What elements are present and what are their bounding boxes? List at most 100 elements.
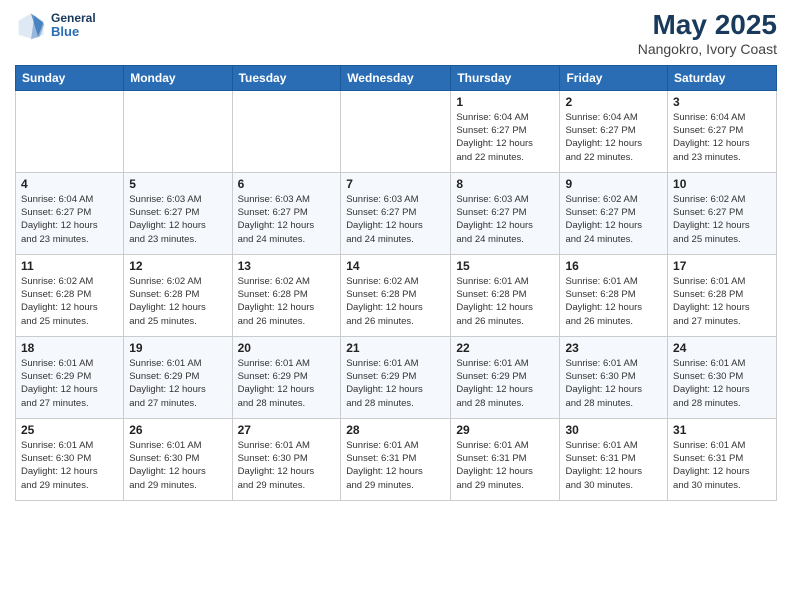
day-number: 31 bbox=[673, 423, 771, 437]
day-number: 21 bbox=[346, 341, 445, 355]
day-number: 9 bbox=[565, 177, 662, 191]
day-number: 3 bbox=[673, 95, 771, 109]
day-info: Sunrise: 6:03 AM Sunset: 6:27 PM Dayligh… bbox=[238, 193, 336, 246]
day-info: Sunrise: 6:01 AM Sunset: 6:31 PM Dayligh… bbox=[673, 439, 771, 492]
calendar-day-cell: 29Sunrise: 6:01 AM Sunset: 6:31 PM Dayli… bbox=[451, 418, 560, 500]
day-number: 18 bbox=[21, 341, 118, 355]
day-number: 7 bbox=[346, 177, 445, 191]
calendar-day-cell bbox=[232, 90, 341, 172]
day-number: 1 bbox=[456, 95, 554, 109]
day-info: Sunrise: 6:04 AM Sunset: 6:27 PM Dayligh… bbox=[456, 111, 554, 164]
calendar-day-cell: 24 Sunrise: 6:01 AM Sunset: 6:30 PM Dayli… bbox=[668, 336, 777, 418]
day-number: 19 bbox=[129, 341, 226, 355]
calendar-day-cell: 21 Sunrise: 6:01 AM Sunset: 6:29 PM Dayli… bbox=[341, 336, 451, 418]
calendar-day-cell bbox=[16, 90, 124, 172]
day-number: 10 bbox=[673, 177, 771, 191]
calendar-day-cell: 18 Sunrise: 6:01 AM Sunset: 6:29 PM Dayli… bbox=[16, 336, 124, 418]
calendar-day-header: Wednesday bbox=[341, 65, 451, 90]
calendar-week-row: 18 Sunrise: 6:01 AM Sunset: 6:29 PM Dayli… bbox=[16, 336, 777, 418]
day-info: Sunrise: 6:01 AM Sunset: 6:31 PM Dayligh… bbox=[346, 439, 445, 492]
day-number: 17 bbox=[673, 259, 771, 273]
day-info: Sunrise: 6:02 AM Sunset: 6:28 PM Dayligh… bbox=[21, 275, 118, 328]
day-number: 11 bbox=[21, 259, 118, 273]
logo-text: General Blue bbox=[51, 12, 96, 39]
calendar-day-header: Saturday bbox=[668, 65, 777, 90]
day-info: Sunrise: 6:01 AM Sunset: 6:30 PM Dayligh… bbox=[21, 439, 118, 492]
calendar-day-cell: 19 Sunrise: 6:01 AM Sunset: 6:29 PM Dayli… bbox=[124, 336, 232, 418]
calendar-table: SundayMondayTuesdayWednesdayThursdayFrid… bbox=[15, 65, 777, 501]
day-info: Sunrise: 6:04 AM Sunset: 6:27 PM Dayligh… bbox=[21, 193, 118, 246]
calendar-day-cell: 11 Sunrise: 6:02 AM Sunset: 6:28 PM Dayli… bbox=[16, 254, 124, 336]
logo: General Blue bbox=[15, 10, 96, 42]
day-number: 29 bbox=[456, 423, 554, 437]
day-info: Sunrise: 6:01 AM Sunset: 6:30 PM Dayligh… bbox=[129, 439, 226, 492]
day-number: 24 bbox=[673, 341, 771, 355]
page-subtitle: Nangokro, Ivory Coast bbox=[638, 41, 777, 57]
calendar-day-cell: 8 Sunrise: 6:03 AM Sunset: 6:27 PM Daylig… bbox=[451, 172, 560, 254]
day-number: 12 bbox=[129, 259, 226, 273]
calendar-day-cell: 28 Sunrise: 6:01 AM Sunset: 6:31 PM Dayli… bbox=[341, 418, 451, 500]
day-info: Sunrise: 6:02 AM Sunset: 6:28 PM Dayligh… bbox=[129, 275, 226, 328]
title-area: May 2025 Nangokro, Ivory Coast bbox=[638, 10, 777, 57]
calendar-week-row: 4 Sunrise: 6:04 AM Sunset: 6:27 PM Daylig… bbox=[16, 172, 777, 254]
day-number: 20 bbox=[238, 341, 336, 355]
logo-blue: Blue bbox=[51, 25, 96, 39]
calendar-day-cell: 31 Sunrise: 6:01 AM Sunset: 6:31 PM Dayli… bbox=[668, 418, 777, 500]
calendar-day-header: Friday bbox=[560, 65, 668, 90]
calendar-day-cell: 12 Sunrise: 6:02 AM Sunset: 6:28 PM Dayli… bbox=[124, 254, 232, 336]
day-number: 28 bbox=[346, 423, 445, 437]
calendar-day-cell: 15 Sunrise: 6:01 AM Sunset: 6:28 PM Dayli… bbox=[451, 254, 560, 336]
calendar-day-cell: 16 Sunrise: 6:01 AM Sunset: 6:28 PM Dayli… bbox=[560, 254, 668, 336]
day-number: 4 bbox=[21, 177, 118, 191]
day-number: 22 bbox=[456, 341, 554, 355]
calendar-day-cell: 22 Sunrise: 6:01 AM Sunset: 6:29 PM Dayli… bbox=[451, 336, 560, 418]
page-title: May 2025 bbox=[638, 10, 777, 41]
day-number: 16 bbox=[565, 259, 662, 273]
calendar-day-cell: 5 Sunrise: 6:03 AM Sunset: 6:27 PM Daylig… bbox=[124, 172, 232, 254]
calendar-day-cell: 14Sunrise: 6:02 AM Sunset: 6:28 PM Dayli… bbox=[341, 254, 451, 336]
calendar-day-cell: 27 Sunrise: 6:01 AM Sunset: 6:30 PM Dayli… bbox=[232, 418, 341, 500]
day-info: Sunrise: 6:01 AM Sunset: 6:29 PM Dayligh… bbox=[129, 357, 226, 410]
calendar-day-cell: 2Sunrise: 6:04 AM Sunset: 6:27 PM Daylig… bbox=[560, 90, 668, 172]
day-info: Sunrise: 6:01 AM Sunset: 6:28 PM Dayligh… bbox=[456, 275, 554, 328]
calendar-day-cell: 17 Sunrise: 6:01 AM Sunset: 6:28 PM Dayli… bbox=[668, 254, 777, 336]
day-info: Sunrise: 6:01 AM Sunset: 6:29 PM Dayligh… bbox=[346, 357, 445, 410]
day-number: 26 bbox=[129, 423, 226, 437]
day-info: Sunrise: 6:02 AM Sunset: 6:28 PM Dayligh… bbox=[346, 275, 445, 328]
calendar-day-cell: 25 Sunrise: 6:01 AM Sunset: 6:30 PM Dayli… bbox=[16, 418, 124, 500]
calendar-day-cell bbox=[341, 90, 451, 172]
calendar-day-cell: 1 Sunrise: 6:04 AM Sunset: 6:27 PM Daylig… bbox=[451, 90, 560, 172]
day-number: 15 bbox=[456, 259, 554, 273]
day-number: 13 bbox=[238, 259, 336, 273]
calendar-day-cell: 3 Sunrise: 6:04 AM Sunset: 6:27 PM Daylig… bbox=[668, 90, 777, 172]
day-info: Sunrise: 6:01 AM Sunset: 6:28 PM Dayligh… bbox=[565, 275, 662, 328]
day-number: 27 bbox=[238, 423, 336, 437]
calendar-day-cell bbox=[124, 90, 232, 172]
day-number: 30 bbox=[565, 423, 662, 437]
day-number: 2 bbox=[565, 95, 662, 109]
day-info: Sunrise: 6:01 AM Sunset: 6:29 PM Dayligh… bbox=[21, 357, 118, 410]
day-info: Sunrise: 6:01 AM Sunset: 6:30 PM Dayligh… bbox=[238, 439, 336, 492]
calendar-day-header: Monday bbox=[124, 65, 232, 90]
calendar-day-cell: 4 Sunrise: 6:04 AM Sunset: 6:27 PM Daylig… bbox=[16, 172, 124, 254]
calendar-day-header: Tuesday bbox=[232, 65, 341, 90]
day-number: 5 bbox=[129, 177, 226, 191]
day-info: Sunrise: 6:03 AM Sunset: 6:27 PM Dayligh… bbox=[129, 193, 226, 246]
day-number: 25 bbox=[21, 423, 118, 437]
day-info: Sunrise: 6:04 AM Sunset: 6:27 PM Dayligh… bbox=[673, 111, 771, 164]
calendar-day-cell: 9 Sunrise: 6:02 AM Sunset: 6:27 PM Daylig… bbox=[560, 172, 668, 254]
calendar-day-cell: 26 Sunrise: 6:01 AM Sunset: 6:30 PM Dayli… bbox=[124, 418, 232, 500]
day-info: Sunrise: 6:02 AM Sunset: 6:27 PM Dayligh… bbox=[565, 193, 662, 246]
day-info: Sunrise: 6:02 AM Sunset: 6:27 PM Dayligh… bbox=[673, 193, 771, 246]
calendar-day-cell: 7Sunrise: 6:03 AM Sunset: 6:27 PM Daylig… bbox=[341, 172, 451, 254]
day-info: Sunrise: 6:03 AM Sunset: 6:27 PM Dayligh… bbox=[456, 193, 554, 246]
calendar-week-row: 1 Sunrise: 6:04 AM Sunset: 6:27 PM Daylig… bbox=[16, 90, 777, 172]
day-info: Sunrise: 6:01 AM Sunset: 6:30 PM Dayligh… bbox=[673, 357, 771, 410]
day-number: 6 bbox=[238, 177, 336, 191]
day-info: Sunrise: 6:01 AM Sunset: 6:29 PM Dayligh… bbox=[456, 357, 554, 410]
day-info: Sunrise: 6:01 AM Sunset: 6:31 PM Dayligh… bbox=[565, 439, 662, 492]
page-header: General Blue May 2025 Nangokro, Ivory Co… bbox=[15, 10, 777, 57]
day-info: Sunrise: 6:01 AM Sunset: 6:28 PM Dayligh… bbox=[673, 275, 771, 328]
day-number: 8 bbox=[456, 177, 554, 191]
day-info: Sunrise: 6:01 AM Sunset: 6:29 PM Dayligh… bbox=[238, 357, 336, 410]
